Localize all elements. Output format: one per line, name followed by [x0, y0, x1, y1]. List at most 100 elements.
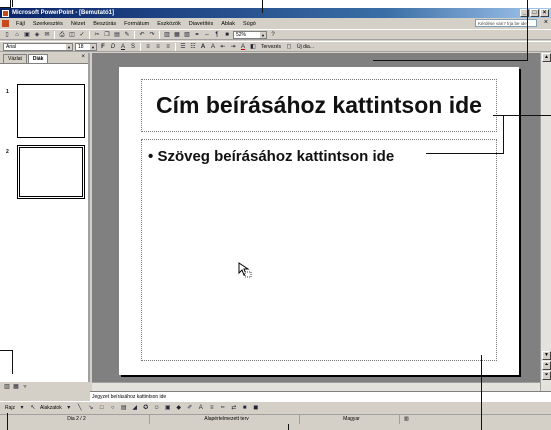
autoshapes-menu-button[interactable]: Alakzatok [40, 405, 62, 411]
select-objects-icon[interactable]: ↖ [29, 404, 37, 412]
3d-style-icon[interactable]: ◼ [252, 404, 260, 412]
numbering-icon[interactable]: ☰ [179, 43, 187, 51]
bold-icon[interactable]: F [99, 43, 107, 51]
slide-thumbnail[interactable] [17, 84, 85, 138]
insert-hyperlink-icon[interactable]: ⚭ [193, 31, 201, 39]
wordart-icon[interactable]: ◢ [131, 404, 139, 412]
increase-indent-icon[interactable]: ⇥ [229, 43, 237, 51]
decrease-indent-icon[interactable]: ⇤ [219, 43, 227, 51]
menu-edit[interactable]: Szerkesztés [29, 21, 67, 27]
undo-icon[interactable]: ↶ [138, 31, 146, 39]
tab-outline[interactable]: Vázlat [3, 54, 27, 63]
grayscale-icon[interactable]: ■ [223, 31, 231, 39]
align-center-icon[interactable]: ≡ [154, 43, 162, 51]
chart-icon[interactable]: ▥ [163, 31, 171, 39]
previous-slide-icon[interactable]: ⏶ [542, 361, 551, 370]
scroll-up-icon[interactable]: ▲ [542, 53, 551, 62]
font-color-icon[interactable]: A [197, 404, 205, 412]
print-icon[interactable]: ⎙ [58, 31, 66, 39]
maximize-button[interactable]: □ [530, 9, 539, 17]
design-icon[interactable]: ◧ [249, 43, 257, 51]
line-icon[interactable]: ╲ [76, 404, 84, 412]
menu-tools[interactable]: Eszközök [153, 21, 185, 27]
slide-thumbnail-selected[interactable] [17, 145, 85, 199]
chevron-down-icon[interactable]: ▾ [65, 404, 73, 412]
title-placeholder[interactable]: Cím beírásához kattintson ide [141, 79, 497, 132]
textbox-icon[interactable]: ▤ [120, 404, 128, 412]
open-icon[interactable]: ⌂ [13, 31, 21, 39]
print-preview-icon[interactable]: ◫ [68, 31, 76, 39]
arrow-icon[interactable]: ↘ [87, 404, 95, 412]
menu-window[interactable]: Ablak [217, 21, 239, 27]
next-slide-icon[interactable]: ⏷ [542, 371, 551, 380]
rectangle-icon[interactable]: □ [98, 404, 106, 412]
underline-icon[interactable]: A [119, 43, 127, 51]
copy-icon[interactable]: ❐ [103, 31, 111, 39]
font-select[interactable]: Arial ▼ [3, 42, 73, 51]
standard-toolbar: ▯ ⌂ ▣ ◈ ✉ ⎙ ◫ ✓ ✂ ❐ ▤ ✎ ↶ ↷ ▥ ▦ ▧ ⚭ ⇔ ¶ … [0, 29, 551, 40]
slideshow-view-icon[interactable]: ▿ [21, 383, 29, 391]
arrow-style-icon[interactable]: ⇄ [230, 404, 238, 412]
normal-view-icon[interactable]: ▥ [3, 383, 11, 391]
new-slide-icon[interactable]: ◻ [285, 43, 293, 51]
fill-color-icon[interactable]: ◆ [175, 404, 183, 412]
tab-slides[interactable]: Diák [27, 54, 49, 63]
menu-format[interactable]: Formátum [120, 21, 153, 27]
document-close-button[interactable]: × [544, 19, 548, 26]
decrease-font-icon[interactable]: A [209, 43, 217, 51]
shadow-icon[interactable]: S [129, 43, 137, 51]
picture-icon[interactable]: ▣ [164, 404, 172, 412]
menu-insert[interactable]: Beszúrás [89, 21, 120, 27]
line-style-icon[interactable]: ≡ [208, 404, 216, 412]
align-left-icon[interactable]: ≡ [144, 43, 152, 51]
zoom-select[interactable]: 52% ▼ [233, 30, 267, 39]
new-icon[interactable]: ▯ [3, 31, 11, 39]
shadow-style-icon[interactable]: ■ [241, 404, 249, 412]
increase-font-icon[interactable]: A [199, 43, 207, 51]
align-right-icon[interactable]: ≡ [164, 43, 172, 51]
document-icon[interactable] [2, 20, 9, 27]
menu-slideshow[interactable]: Diavetítés [185, 21, 217, 27]
show-formatting-icon[interactable]: ¶ [213, 31, 221, 39]
italic-icon[interactable]: D [109, 43, 117, 51]
font-color-icon[interactable]: A [239, 43, 247, 51]
chevron-down-icon[interactable]: ▼ [66, 43, 72, 50]
help-icon[interactable]: ? [269, 31, 277, 39]
callout-line [0, 7, 11, 8]
diagram-icon[interactable]: ✪ [142, 404, 150, 412]
menu-help[interactable]: Súgó [239, 21, 260, 27]
toolbar-separator [54, 30, 55, 39]
line-color-icon[interactable]: ✐ [186, 404, 194, 412]
close-button[interactable]: × [540, 9, 549, 17]
slide-sorter-view-icon[interactable]: ▦ [12, 383, 20, 391]
dash-style-icon[interactable]: ┅ [219, 404, 227, 412]
permission-icon[interactable]: ◈ [33, 31, 41, 39]
spelling-icon[interactable]: ✓ [78, 31, 86, 39]
table-icon[interactable]: ▦ [173, 31, 181, 39]
bullets-icon[interactable]: ☷ [189, 43, 197, 51]
menu-view[interactable]: Nézet [67, 21, 89, 27]
oval-icon[interactable]: ○ [109, 404, 117, 412]
scroll-down-icon[interactable]: ▼ [542, 351, 551, 360]
menu-file[interactable]: Fájl [12, 21, 29, 27]
expand-icon[interactable]: ⇔ [203, 31, 211, 39]
design-button[interactable]: Tervezés [259, 44, 283, 50]
save-icon[interactable]: ▣ [23, 31, 31, 39]
email-icon[interactable]: ✉ [43, 31, 51, 39]
draw-menu-button[interactable]: Rajz [5, 405, 15, 411]
pane-close-button[interactable]: × [81, 54, 85, 60]
horizontal-scrollbar[interactable] [92, 382, 540, 391]
chevron-down-icon[interactable]: ▼ [260, 31, 266, 38]
paste-icon[interactable]: ▤ [113, 31, 121, 39]
cut-icon[interactable]: ✂ [93, 31, 101, 39]
chevron-down-icon[interactable]: ▼ [90, 43, 96, 50]
tables-borders-icon[interactable]: ▧ [183, 31, 191, 39]
body-placeholder[interactable]: • Szöveg beírásához kattintson ide [141, 139, 497, 361]
font-size-select[interactable]: 18 ▼ [75, 42, 97, 51]
redo-icon[interactable]: ↷ [148, 31, 156, 39]
vertical-scrollbar[interactable]: ▲ ▼ ⏶ ⏷ [540, 53, 551, 391]
clipart-icon[interactable]: ☺ [153, 404, 161, 412]
chevron-down-icon[interactable]: ▾ [18, 404, 26, 412]
format-painter-icon[interactable]: ✎ [123, 31, 131, 39]
new-slide-button[interactable]: Új dia... [295, 44, 316, 50]
